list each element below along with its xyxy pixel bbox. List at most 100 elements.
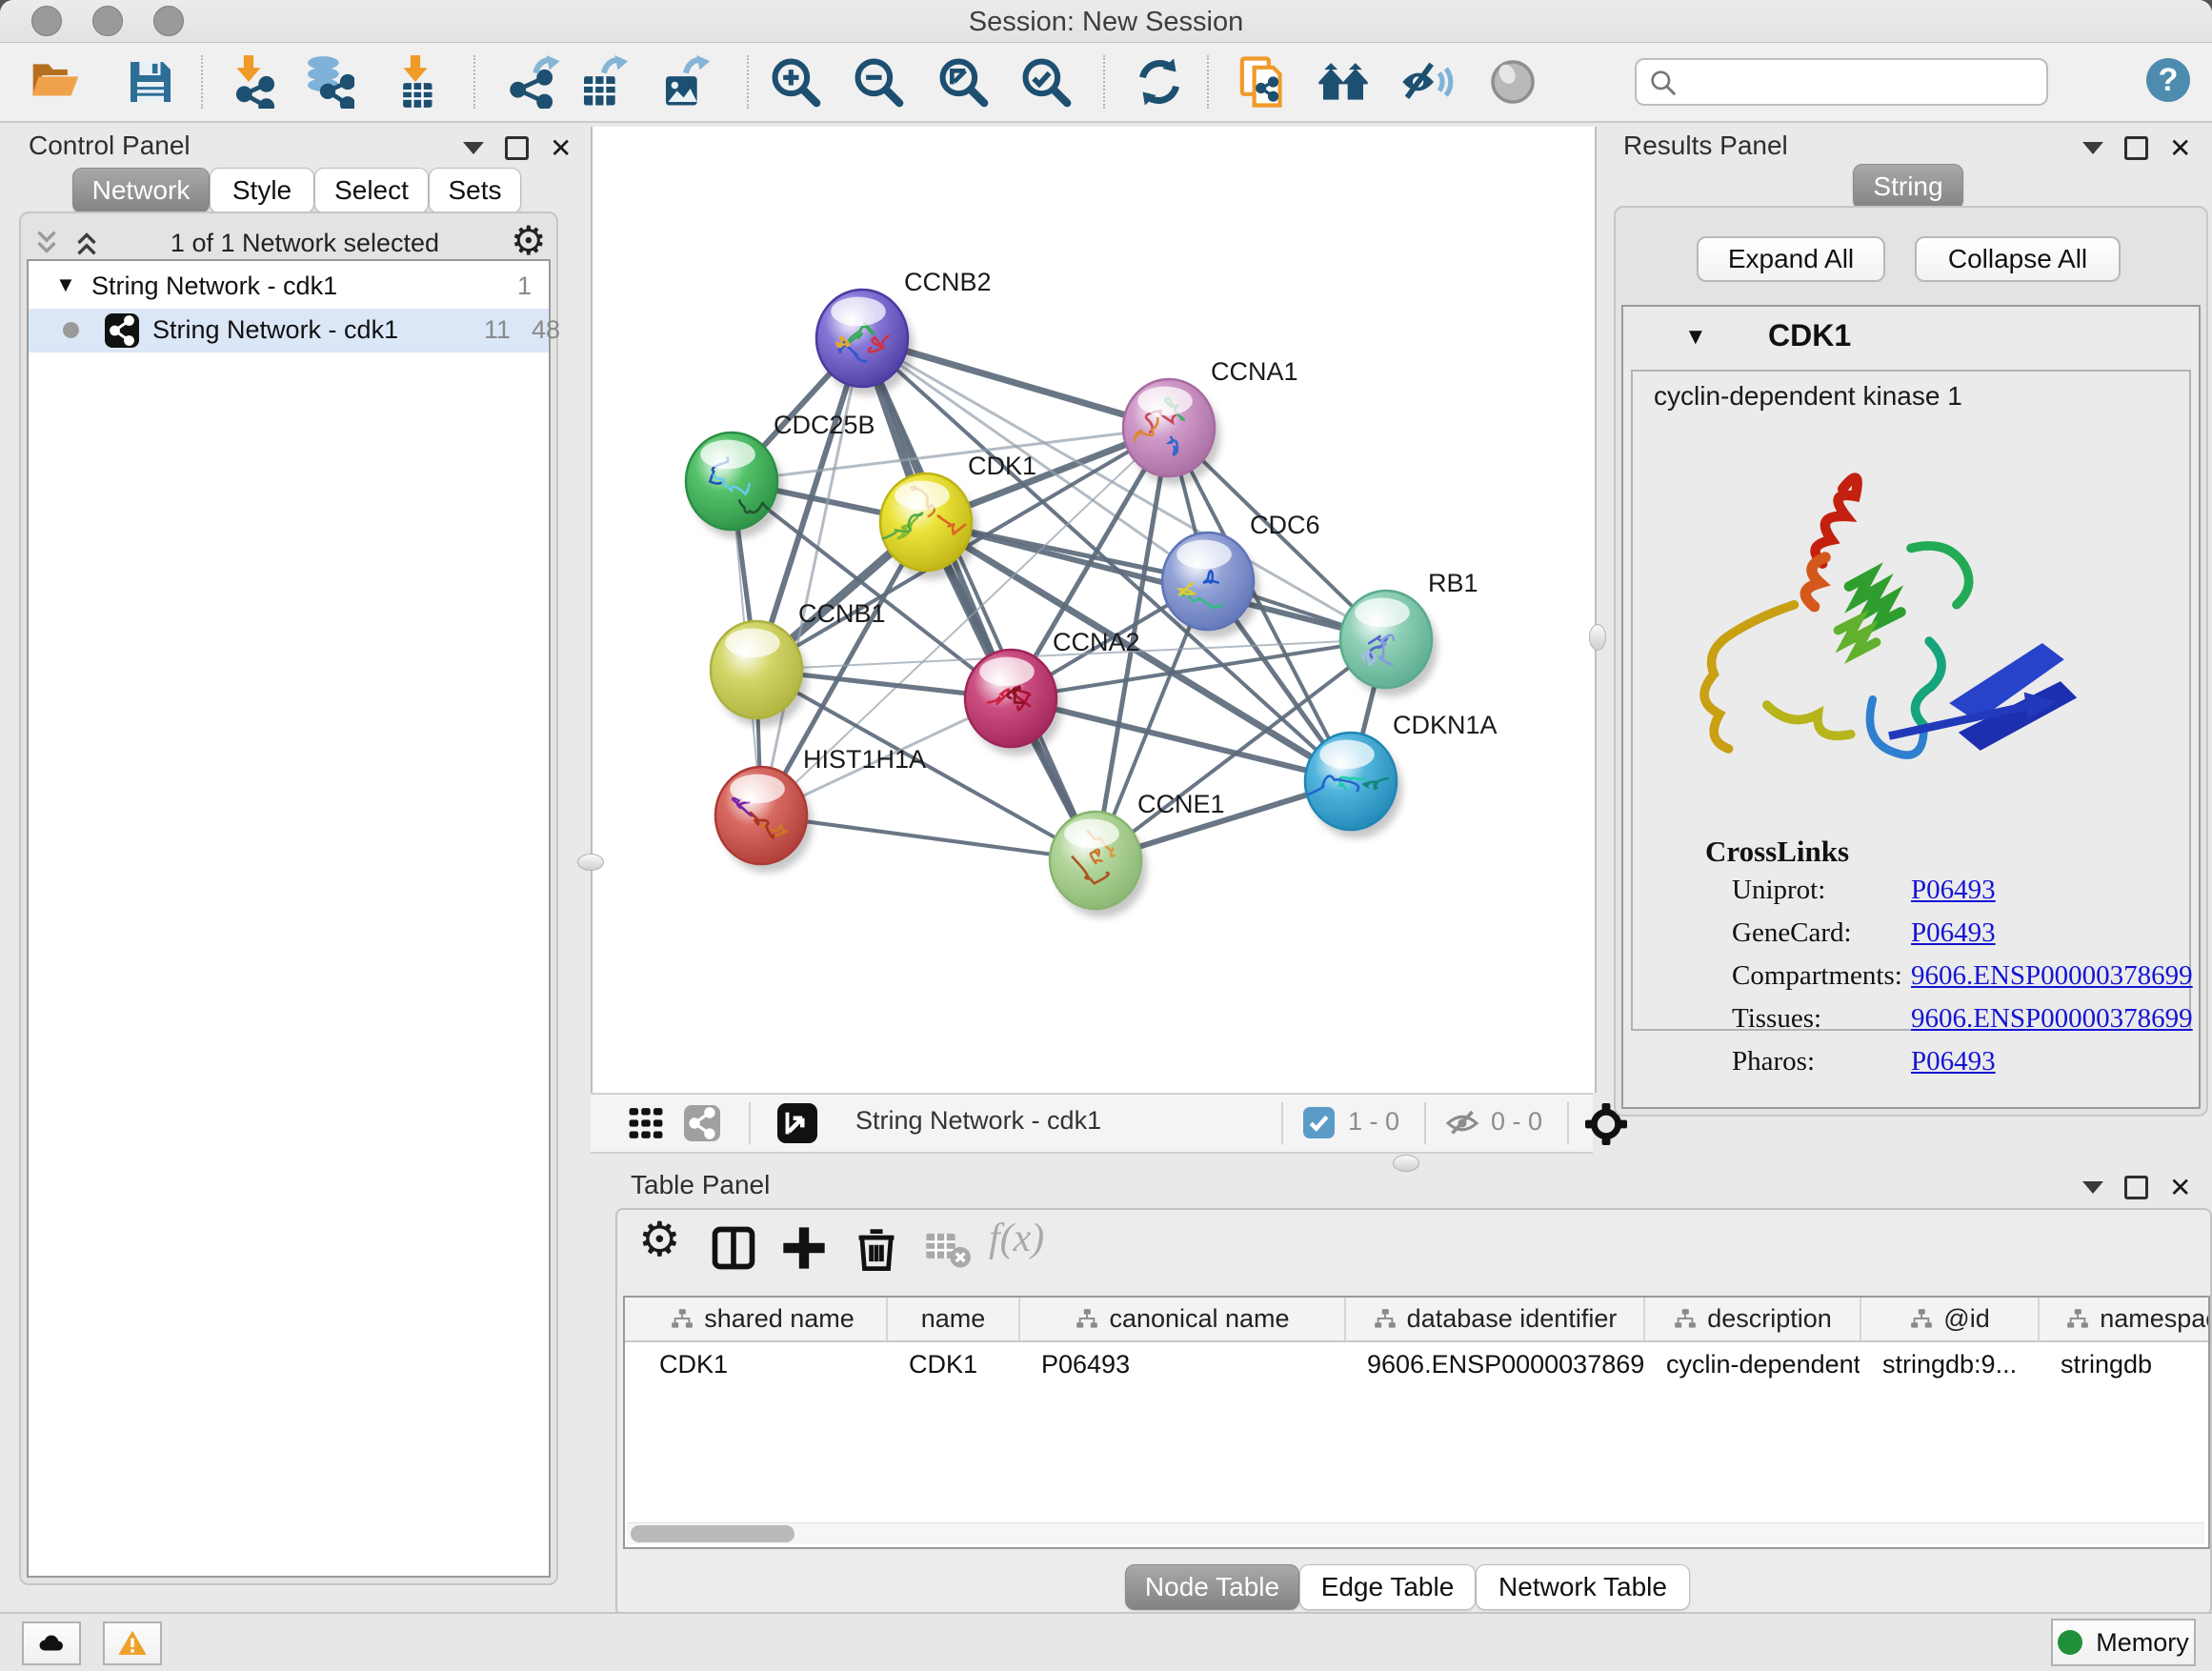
network-node-CCNE1[interactable] <box>1050 812 1147 917</box>
help-icon[interactable]: ? <box>2146 58 2190 102</box>
collapse-panel-icon[interactable] <box>463 142 484 154</box>
table-horizontal-scrollbar[interactable] <box>627 1522 2204 1544</box>
cloud-button[interactable] <box>22 1621 81 1665</box>
network-edge[interactable] <box>926 522 1386 639</box>
show-columns-icon[interactable] <box>709 1223 758 1273</box>
preview-icon[interactable] <box>1486 55 1539 109</box>
close-panel-icon[interactable]: ✕ <box>2169 1178 2191 1198</box>
collapse-all-icon[interactable] <box>30 227 63 259</box>
collapse-all-button[interactable]: Collapse All <box>1915 236 2121 282</box>
table-cell[interactable]: CDK1 <box>638 1342 886 1386</box>
crosslink-value-link[interactable]: P06493 <box>1911 1046 1996 1077</box>
grid-view-icon[interactable] <box>627 1105 665 1141</box>
table-cell[interactable]: P06493 <box>1020 1342 1344 1386</box>
export-image-icon[interactable] <box>659 55 713 109</box>
export-network-icon[interactable] <box>507 55 560 109</box>
tab-edge-table[interactable]: Edge Table <box>1299 1564 1476 1610</box>
tab-network[interactable]: Network <box>72 168 210 213</box>
network-collection-row[interactable]: ▼ String Network - cdk1 1 <box>29 265 549 309</box>
table-cell[interactable]: cyclin-dependent ... <box>1645 1342 1860 1386</box>
selected-nodes-checkbox-icon[interactable] <box>1303 1107 1335 1138</box>
network-canvas[interactable]: CCNB2CCNA1CDC25BCDK1CDC6RB1CCNB1CCNA2CDK… <box>591 127 1597 1093</box>
left-splitter-handle[interactable] <box>577 854 604 871</box>
import-network-icon[interactable] <box>222 55 275 109</box>
current-network-title: String Network - cdk1 <box>855 1106 1101 1136</box>
birds-eye-view-icon[interactable] <box>777 1103 817 1143</box>
open-session-icon[interactable] <box>29 55 82 109</box>
column-header--id[interactable]: @id <box>1861 1298 2040 1340</box>
crosslink-value-link[interactable]: P06493 <box>1911 875 1996 906</box>
zoom-selected-icon[interactable] <box>1019 55 1073 109</box>
import-table-icon[interactable] <box>389 55 442 109</box>
table-cell[interactable]: stringdb <box>2040 1342 2210 1386</box>
expand-all-icon[interactable] <box>70 227 103 259</box>
network-node-HIST1H1A[interactable] <box>715 767 813 873</box>
delete-column-icon[interactable] <box>852 1223 901 1273</box>
column-header-label: description <box>1707 1304 1832 1334</box>
table-cell[interactable]: stringdb:9... <box>1861 1342 2038 1386</box>
scrollbar-thumb[interactable] <box>631 1525 794 1542</box>
zoom-fit-icon[interactable] <box>936 55 990 109</box>
collapse-panel-icon[interactable] <box>2082 142 2103 154</box>
table-cell[interactable]: 9606.ENSP00000378699 <box>1346 1342 1643 1386</box>
save-session-icon[interactable] <box>124 55 177 109</box>
crosslink-value-link[interactable]: 9606.ENSP00000378699 <box>1911 1003 2193 1035</box>
crosslink-value-link[interactable]: P06493 <box>1911 917 1996 949</box>
column-header-label: @id <box>1943 1304 1989 1334</box>
network-node-CDC25B[interactable] <box>686 433 783 538</box>
export-table-icon[interactable] <box>577 55 631 109</box>
column-header-database-identifier[interactable]: database identifier <box>1346 1298 1645 1340</box>
close-panel-icon[interactable]: ✕ <box>550 139 572 158</box>
tab-string[interactable]: String <box>1853 164 1963 210</box>
network-row-selected[interactable]: String Network - cdk1 11 48 <box>29 309 549 352</box>
float-panel-icon[interactable] <box>2124 136 2148 160</box>
refresh-icon[interactable] <box>1133 55 1186 109</box>
tab-sets[interactable]: Sets <box>429 168 521 213</box>
toolbar-separator <box>473 55 475 109</box>
network-edge[interactable] <box>862 338 1096 860</box>
clone-network-icon[interactable] <box>1237 55 1290 109</box>
tab-select[interactable]: Select <box>314 168 429 213</box>
right-splitter-handle[interactable] <box>1589 624 1606 651</box>
hide-panel-icon[interactable] <box>1400 55 1454 109</box>
string-home-icon[interactable] <box>1317 55 1370 109</box>
collapse-gene-icon[interactable]: ▼ <box>1684 324 1707 351</box>
column-header-name[interactable]: name <box>888 1298 1020 1340</box>
table-cell[interactable]: CDK1 <box>888 1342 1018 1386</box>
zoom-in-icon[interactable] <box>769 55 822 109</box>
network-node-CCNA2[interactable] <box>965 650 1062 755</box>
memory-button[interactable]: Memory <box>2051 1619 2196 1666</box>
network-type-icon <box>105 313 139 348</box>
warnings-button[interactable] <box>103 1621 162 1665</box>
collapse-panel-icon[interactable] <box>2082 1181 2103 1194</box>
import-database-icon[interactable] <box>301 55 354 109</box>
network-node-CCNA1[interactable] <box>1123 379 1220 485</box>
float-panel-icon[interactable] <box>2124 1176 2148 1199</box>
search-input[interactable] <box>1686 62 2033 100</box>
tab-style[interactable]: Style <box>210 168 314 213</box>
expand-all-button[interactable]: Expand All <box>1697 236 1885 282</box>
crosslink-value-link[interactable]: 9606.ENSP00000378699 <box>1911 960 2193 992</box>
zoom-out-icon[interactable] <box>852 55 905 109</box>
string-results-scroll: ▼ CDK1 cyclin-dependent kinase 1 <box>1621 305 2201 1109</box>
network-view-type-icon[interactable] <box>684 1105 720 1141</box>
network-node-CDK1[interactable] <box>880 473 977 579</box>
float-panel-icon[interactable] <box>505 136 529 160</box>
selected-counts: 1 - 0 <box>1348 1107 1399 1137</box>
column-header-namespac[interactable]: namespac <box>2040 1298 2210 1340</box>
close-panel-icon[interactable]: ✕ <box>2169 139 2191 158</box>
column-header-canonical-name[interactable]: canonical name <box>1020 1298 1346 1340</box>
network-node-RB1[interactable] <box>1340 591 1438 696</box>
network-node-CDKN1A[interactable] <box>1305 733 1402 838</box>
network-options-gear-icon[interactable]: ⚙ <box>511 217 547 264</box>
column-header-shared-name[interactable]: shared name <box>638 1298 888 1340</box>
add-column-icon[interactable] <box>779 1223 829 1273</box>
tab-node-table[interactable]: Node Table <box>1125 1564 1299 1610</box>
bottom-splitter-handle[interactable] <box>1393 1155 1419 1172</box>
column-header-description[interactable]: description <box>1645 1298 1861 1340</box>
network-node-CCNB2[interactable] <box>816 290 914 395</box>
tab-network-table[interactable]: Network Table <box>1476 1564 1690 1610</box>
expand-collection-icon[interactable]: ▼ <box>55 272 76 297</box>
edge-count: 48 <box>532 315 560 345</box>
table-settings-gear-icon[interactable]: ⚙ <box>638 1212 681 1267</box>
